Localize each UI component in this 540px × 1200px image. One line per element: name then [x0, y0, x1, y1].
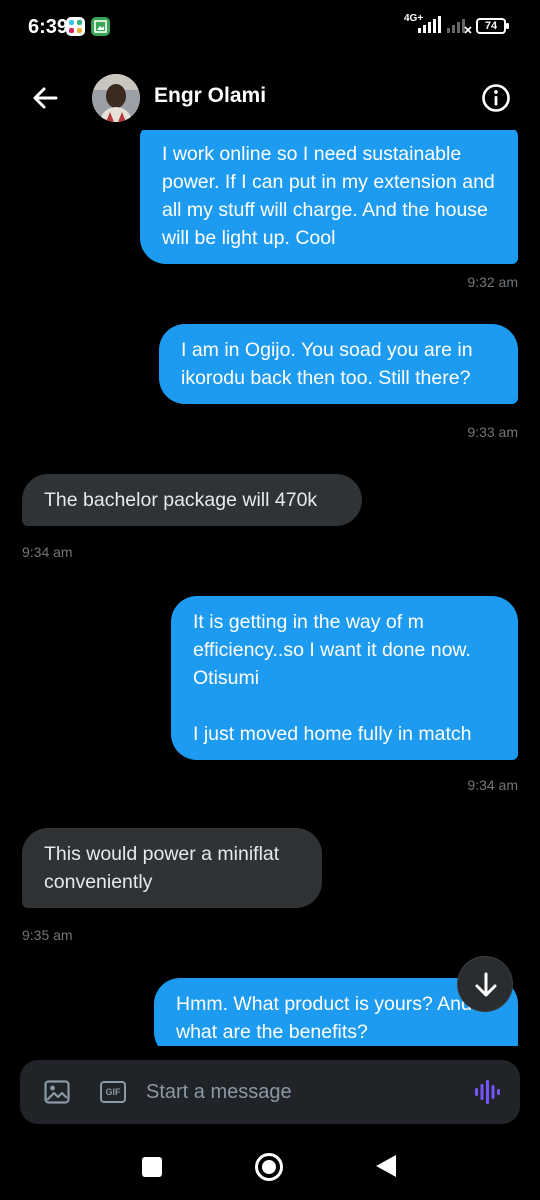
message-bubble-sent[interactable]: I am in Ogijo. You soad you are in ikoro…: [159, 324, 518, 404]
message-timestamp: 9:32 am: [467, 274, 518, 290]
avatar[interactable]: [92, 74, 140, 122]
conversation-header: Engr Olami: [0, 64, 540, 130]
message-bubble-sent[interactable]: It is getting in the way of m efficiency…: [171, 596, 518, 760]
signal-strength-icon: [418, 16, 441, 33]
voice-wave-icon[interactable]: [474, 1078, 502, 1106]
system-navigation-bar: [0, 1132, 540, 1200]
message-input[interactable]: [146, 1074, 466, 1110]
image-icon[interactable]: [44, 1080, 70, 1104]
message-bubble-received[interactable]: This would power a miniflat conveniently: [22, 828, 322, 908]
message-composer: GIF: [20, 1060, 520, 1124]
scroll-to-bottom-button[interactable]: [457, 956, 513, 1012]
status-bar: 6:39 4G+ 74: [0, 0, 540, 56]
slack-icon: [66, 17, 85, 36]
message-timestamp: 9:34 am: [467, 777, 518, 793]
back-triangle-icon[interactable]: [376, 1155, 396, 1177]
message-list[interactable]: I work online so I need sustainable powe…: [0, 130, 540, 1046]
back-arrow-icon[interactable]: [26, 78, 66, 118]
contact-name[interactable]: Engr Olami: [154, 84, 266, 108]
status-time: 6:39: [28, 16, 69, 38]
message-bubble-sent[interactable]: I work online so I need sustainable powe…: [140, 130, 518, 264]
arrow-down-icon: [475, 972, 497, 997]
info-circle-icon[interactable]: [480, 82, 512, 114]
gallery-notification-icon: [91, 17, 110, 36]
home-circle-icon[interactable]: [255, 1153, 283, 1181]
message-bubble-received[interactable]: The bachelor package will 470k: [22, 474, 362, 526]
message-timestamp: 9:34 am: [22, 544, 73, 560]
message-timestamp: 9:33 am: [467, 424, 518, 440]
message-timestamp: 9:35 am: [22, 927, 73, 943]
signal-strength-sim2-icon: [447, 19, 472, 34]
battery-indicator: 74: [476, 18, 509, 34]
recents-square-icon[interactable]: [142, 1157, 162, 1177]
gif-button[interactable]: GIF: [100, 1081, 126, 1103]
